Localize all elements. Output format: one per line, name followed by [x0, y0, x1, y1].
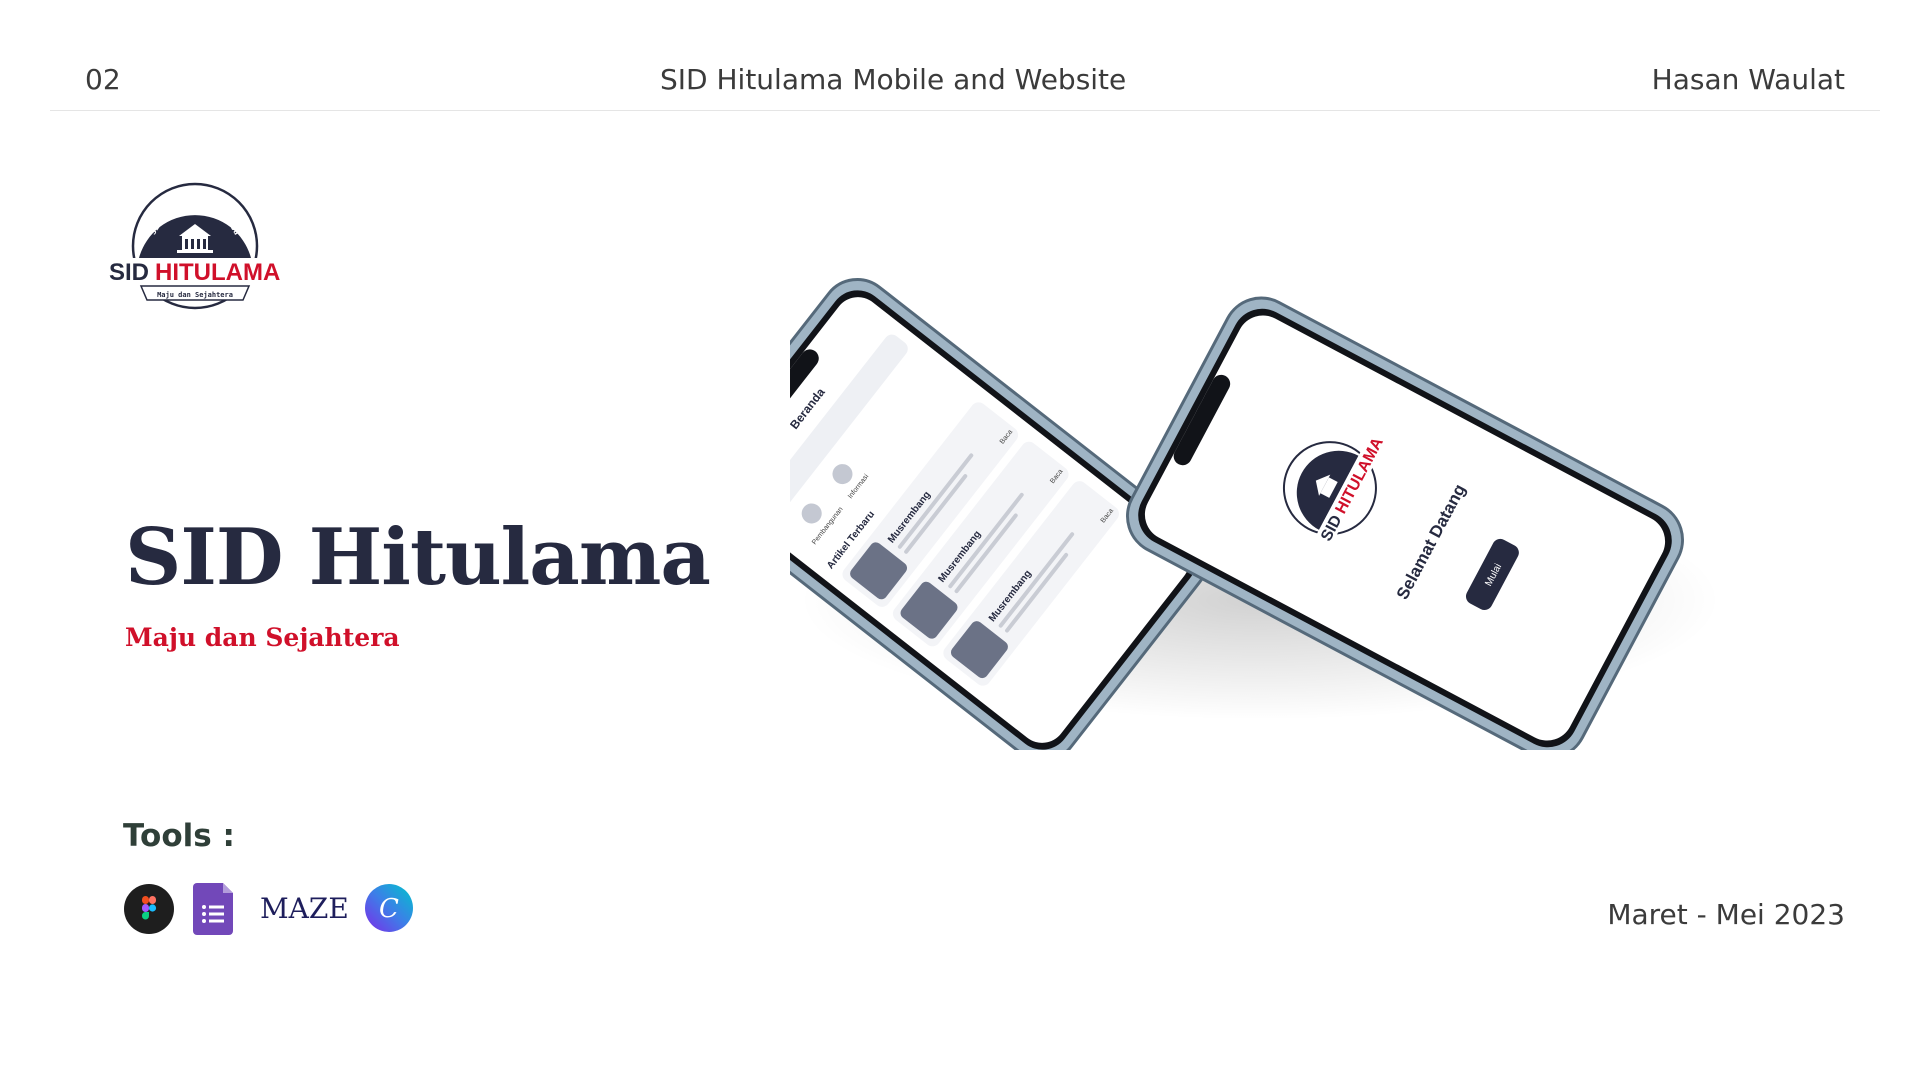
maze-wordmark: MAZE	[260, 892, 349, 925]
logo-word-sid: SID	[109, 259, 149, 286]
date-range: Maret - Mei 2023	[1607, 898, 1845, 931]
canva-glyph: C	[379, 894, 399, 924]
google-forms-icon	[193, 883, 235, 935]
tools-label: Tools :	[123, 818, 235, 854]
author-name: Hasan Waulat	[1651, 63, 1845, 96]
canva-icon: C	[364, 883, 414, 933]
slide: 02 SID Hitulama Mobile and Website Hasan…	[0, 0, 1920, 1080]
sid-hitulama-logo: Sistem Informasi Desa SID HITULAMA Maju …	[105, 178, 285, 313]
project-title: SID Hitulama Mobile and Website	[660, 63, 1127, 96]
hero-title: SID Hitulama	[125, 512, 711, 603]
hero-subtitle: Maju dan Sejahtera	[125, 623, 400, 652]
logo-word-hitulama: HITULAMA	[155, 259, 280, 286]
figma-icon	[123, 883, 175, 934]
header-bar: 02 SID Hitulama Mobile and Website Hasan…	[50, 55, 1880, 111]
page-number: 02	[85, 63, 121, 96]
logo-tagline: Maju dan Sejahtera	[157, 291, 233, 299]
phone-mockups: Beranda Pembangunan Informasi Artikel Te…	[691, 270, 1750, 762]
